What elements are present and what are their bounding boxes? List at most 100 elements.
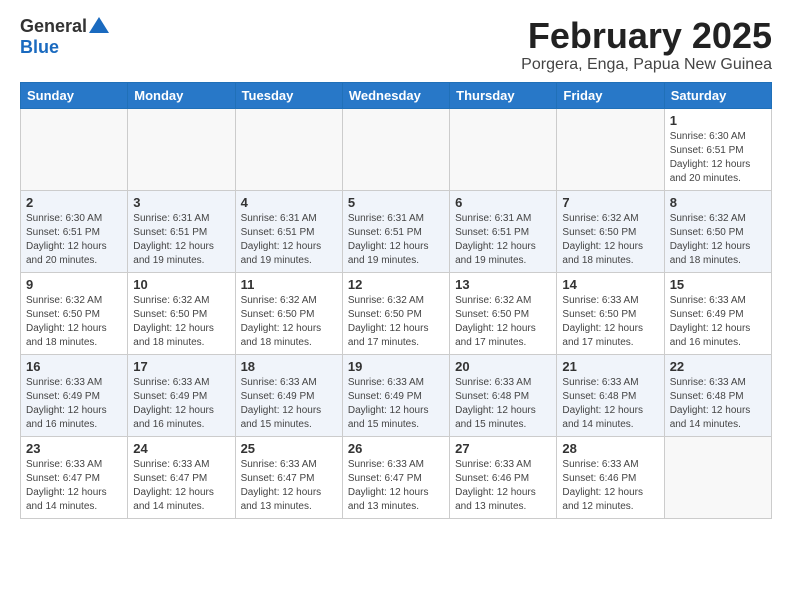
day-info: Sunrise: 6:32 AMSunset: 6:50 PMDaylight:… [562,212,658,268]
calendar-cell [450,108,557,190]
day-number: 27 [455,441,551,456]
calendar-cell: 5 Sunrise: 6:31 AMSunset: 6:51 PMDaylight… [342,190,449,272]
day-info: Sunrise: 6:33 AMSunset: 6:47 PMDaylight:… [241,458,337,514]
day-info: Sunrise: 6:33 AMSunset: 6:49 PMDaylight:… [348,376,444,432]
calendar-cell: 17 Sunrise: 6:33 AMSunset: 6:49 PMDayligh… [128,354,235,436]
header-row: SundayMondayTuesdayWednesdayThursdayFrid… [21,82,772,108]
calendar-cell: 25 Sunrise: 6:33 AMSunset: 6:47 PMDayligh… [235,436,342,518]
week-row-2: 2 Sunrise: 6:30 AMSunset: 6:51 PMDaylight… [21,190,772,272]
day-number: 24 [133,441,229,456]
day-number: 28 [562,441,658,456]
calendar-cell: 23 Sunrise: 6:33 AMSunset: 6:47 PMDayligh… [21,436,128,518]
calendar-cell: 19 Sunrise: 6:33 AMSunset: 6:49 PMDayligh… [342,354,449,436]
calendar-cell: 16Sunrise: 6:33 AMSunset: 6:49 PMDayligh… [21,354,128,436]
day-number: 14 [562,277,658,292]
calendar-cell [235,108,342,190]
day-number: 4 [241,195,337,210]
calendar-cell: 26 Sunrise: 6:33 AMSunset: 6:47 PMDayligh… [342,436,449,518]
calendar-cell: 7Sunrise: 6:32 AMSunset: 6:50 PMDaylight… [557,190,664,272]
calendar-cell: 18 Sunrise: 6:33 AMSunset: 6:49 PMDayligh… [235,354,342,436]
title-month: February 2025 [521,16,772,56]
day-info: Sunrise: 6:30 AMSunset: 6:51 PMDaylight:… [26,212,122,268]
day-number: 2 [26,195,122,210]
day-info: Sunrise: 6:31 AMSunset: 6:51 PMDaylight:… [455,212,551,268]
day-info: Sunrise: 6:32 AMSunset: 6:50 PMDaylight:… [133,294,229,350]
day-info: Sunrise: 6:33 AMSunset: 6:49 PMDaylight:… [241,376,337,432]
day-number: 8 [670,195,766,210]
day-number: 3 [133,195,229,210]
col-header-tuesday: Tuesday [235,82,342,108]
day-info: Sunrise: 6:33 AMSunset: 6:47 PMDaylight:… [26,458,122,514]
day-number: 23 [26,441,122,456]
calendar-cell: 9 Sunrise: 6:32 AMSunset: 6:50 PMDaylight… [21,272,128,354]
logo-blue-text: Blue [20,37,59,58]
day-number: 17 [133,359,229,374]
calendar-table: SundayMondayTuesdayWednesdayThursdayFrid… [20,82,772,519]
logo-general-text: General [20,16,87,37]
calendar-cell: 28 Sunrise: 6:33 AMSunset: 6:46 PMDayligh… [557,436,664,518]
day-number: 21 [562,359,658,374]
calendar-cell: 4 Sunrise: 6:31 AMSunset: 6:51 PMDaylight… [235,190,342,272]
week-row-4: 16Sunrise: 6:33 AMSunset: 6:49 PMDayligh… [21,354,772,436]
day-number: 9 [26,277,122,292]
day-info: Sunrise: 6:33 AMSunset: 6:46 PMDaylight:… [562,458,658,514]
day-number: 1 [670,113,766,128]
calendar-cell: 8 Sunrise: 6:32 AMSunset: 6:50 PMDaylight… [664,190,771,272]
day-info: Sunrise: 6:33 AMSunset: 6:49 PMDaylight:… [133,376,229,432]
day-info: Sunrise: 6:33 AMSunset: 6:46 PMDaylight:… [455,458,551,514]
calendar-cell: 10 Sunrise: 6:32 AMSunset: 6:50 PMDayligh… [128,272,235,354]
week-row-1: 1 Sunrise: 6:30 AMSunset: 6:51 PMDaylight… [21,108,772,190]
title-location: Porgera, Enga, Papua New Guinea [521,56,772,74]
day-info: Sunrise: 6:33 AMSunset: 6:47 PMDaylight:… [133,458,229,514]
header: General Blue February 2025 Porgera, Enga… [20,16,772,74]
day-info: Sunrise: 6:33 AMSunset: 6:49 PMDaylight:… [26,376,122,432]
calendar-cell: 27 Sunrise: 6:33 AMSunset: 6:46 PMDayligh… [450,436,557,518]
day-number: 6 [455,195,551,210]
col-header-wednesday: Wednesday [342,82,449,108]
page: General Blue February 2025 Porgera, Enga… [0,0,792,529]
calendar-cell: 1 Sunrise: 6:30 AMSunset: 6:51 PMDaylight… [664,108,771,190]
calendar-cell: 21Sunrise: 6:33 AMSunset: 6:48 PMDayligh… [557,354,664,436]
logo: General Blue [20,16,109,58]
day-number: 26 [348,441,444,456]
calendar-cell: 20 Sunrise: 6:33 AMSunset: 6:48 PMDayligh… [450,354,557,436]
day-number: 10 [133,277,229,292]
day-info: Sunrise: 6:33 AMSunset: 6:48 PMDaylight:… [670,376,766,432]
calendar-cell [342,108,449,190]
day-info: Sunrise: 6:32 AMSunset: 6:50 PMDaylight:… [348,294,444,350]
day-info: Sunrise: 6:31 AMSunset: 6:51 PMDaylight:… [348,212,444,268]
calendar-cell: 11 Sunrise: 6:32 AMSunset: 6:50 PMDayligh… [235,272,342,354]
day-number: 18 [241,359,337,374]
day-number: 11 [241,277,337,292]
calendar-cell [664,436,771,518]
calendar-cell: 13Sunrise: 6:32 AMSunset: 6:50 PMDayligh… [450,272,557,354]
calendar-cell: 12 Sunrise: 6:32 AMSunset: 6:50 PMDayligh… [342,272,449,354]
col-header-friday: Friday [557,82,664,108]
day-number: 25 [241,441,337,456]
day-info: Sunrise: 6:30 AMSunset: 6:51 PMDaylight:… [670,130,766,186]
calendar-cell [21,108,128,190]
day-info: Sunrise: 6:31 AMSunset: 6:51 PMDaylight:… [241,212,337,268]
day-info: Sunrise: 6:31 AMSunset: 6:51 PMDaylight:… [133,212,229,268]
day-info: Sunrise: 6:33 AMSunset: 6:48 PMDaylight:… [455,376,551,432]
day-info: Sunrise: 6:32 AMSunset: 6:50 PMDaylight:… [241,294,337,350]
day-number: 5 [348,195,444,210]
calendar-cell: 24 Sunrise: 6:33 AMSunset: 6:47 PMDayligh… [128,436,235,518]
day-info: Sunrise: 6:33 AMSunset: 6:47 PMDaylight:… [348,458,444,514]
logo-triangle-icon [89,17,109,33]
col-header-saturday: Saturday [664,82,771,108]
col-header-thursday: Thursday [450,82,557,108]
day-info: Sunrise: 6:32 AMSunset: 6:50 PMDaylight:… [26,294,122,350]
day-number: 13 [455,277,551,292]
day-number: 12 [348,277,444,292]
calendar-cell: 3 Sunrise: 6:31 AMSunset: 6:51 PMDaylight… [128,190,235,272]
calendar-cell: 22 Sunrise: 6:33 AMSunset: 6:48 PMDayligh… [664,354,771,436]
day-number: 22 [670,359,766,374]
calendar-cell: 6 Sunrise: 6:31 AMSunset: 6:51 PMDaylight… [450,190,557,272]
day-number: 20 [455,359,551,374]
title-block: February 2025 Porgera, Enga, Papua New G… [521,16,772,74]
day-number: 19 [348,359,444,374]
calendar-cell [557,108,664,190]
day-info: Sunrise: 6:32 AMSunset: 6:50 PMDaylight:… [670,212,766,268]
week-row-5: 23 Sunrise: 6:33 AMSunset: 6:47 PMDayligh… [21,436,772,518]
